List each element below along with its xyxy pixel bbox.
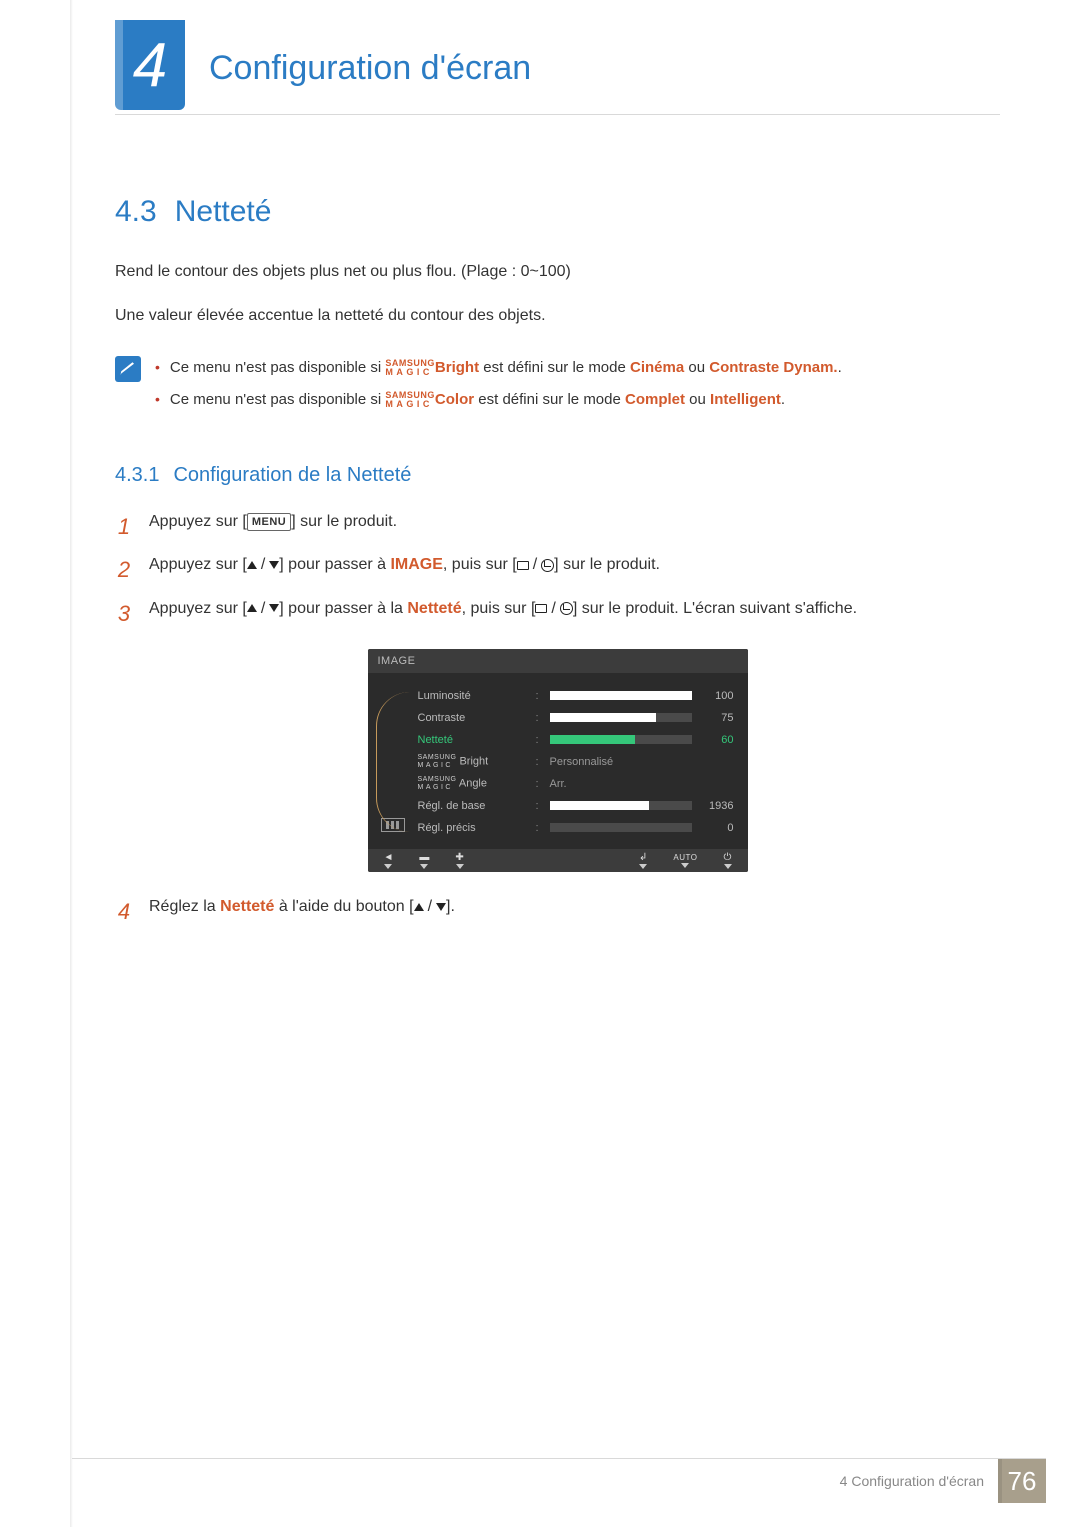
- osd-auto-icon: AUTO: [673, 853, 697, 868]
- step-number: 3: [115, 596, 133, 631]
- section-title: Netteté: [175, 195, 272, 228]
- note-icon: [115, 356, 141, 382]
- header-divider: [115, 114, 1000, 115]
- note-list: Ce menu n'est pas disponible si SAMSUNGM…: [155, 356, 842, 420]
- osd-row-magic-bright: SAMSUNGMAGIC Bright: Personnalisé: [418, 751, 734, 773]
- osd-row-regl-precis: Régl. précis: 0: [418, 817, 734, 839]
- section-heading: 4.3 Netteté: [115, 195, 1000, 229]
- osd-enter-icon: ↲: [639, 853, 647, 869]
- nettete-word: Netteté: [407, 600, 461, 617]
- chapter-number: 4: [133, 30, 167, 101]
- osd-minus-icon: ▬: [419, 853, 429, 869]
- note-item-2: Ce menu n'est pas disponible si SAMSUNGM…: [155, 388, 842, 412]
- step-number: 2: [115, 552, 133, 587]
- osd-row-regl-base: Régl. de base: 1936: [418, 795, 734, 817]
- bright-word: Bright: [435, 359, 479, 376]
- osd-footer: ◄ ▬ ✚ ↲ AUTO ⏻: [368, 849, 748, 872]
- footer-text: 4 Configuration d'écran: [840, 1473, 984, 1489]
- osd-row-magic-angle: SAMSUNGMAGIC Angle: Arr.: [418, 773, 734, 795]
- samsung-magic-logo: SAMSUNGMAGIC: [385, 359, 435, 378]
- complet-mode: Complet: [625, 391, 685, 408]
- step-number: 1: [115, 509, 133, 544]
- subsection-title: Configuration de la Netteté: [173, 464, 411, 486]
- cinema-mode: Cinéma: [630, 359, 684, 376]
- osd-row-nettete: Netteté: 60: [418, 729, 734, 751]
- note-block: Ce menu n'est pas disponible si SAMSUNGM…: [115, 356, 1000, 420]
- osd-side: [378, 685, 408, 839]
- osd-plus-icon: ✚: [455, 853, 463, 869]
- chapter-number-badge: 4: [115, 20, 185, 110]
- up-down-icon: /: [414, 894, 446, 920]
- note-item-1: Ce menu n'est pas disponible si SAMSUNGM…: [155, 356, 842, 380]
- up-down-icon: /: [247, 596, 279, 622]
- step-3: 3 Appuyez sur [/] pour passer à la Nette…: [115, 596, 1000, 631]
- page-footer: 4 Configuration d'écran 76: [0, 1459, 1080, 1503]
- chapter-header: 4 Configuration d'écran: [115, 0, 1000, 110]
- image-word: IMAGE: [390, 556, 442, 573]
- chapter-title: Configuration d'écran: [209, 49, 531, 110]
- intro-text-2: Une valeur élevée accentue la netteté du…: [115, 303, 1000, 329]
- osd-power-icon: ⏻: [724, 853, 732, 869]
- step-2: 2 Appuyez sur [/] pour passer à IMAGE, p…: [115, 552, 1000, 587]
- intro-text-1: Rend le contour des objets plus net ou p…: [115, 259, 1000, 285]
- intelligent-mode: Intelligent: [710, 391, 781, 408]
- section-number: 4.3: [115, 195, 157, 228]
- menu-key: MENU: [247, 513, 291, 531]
- contrast-dynam-mode: Contraste Dynam.: [709, 359, 837, 376]
- steps-list: 1 Appuyez sur [MENU] sur le produit. 2 A…: [115, 509, 1000, 631]
- osd-row-luminosite: Luminosité: 100: [418, 685, 734, 707]
- page-number-badge: 76: [998, 1459, 1046, 1503]
- osd-left-icon: ◄: [384, 853, 394, 869]
- step-4: 4 Réglez la Netteté à l'aide du bouton […: [115, 894, 1000, 929]
- select-enter-icon: /: [517, 552, 554, 578]
- page-shadow: [70, 0, 73, 1527]
- color-word: Color: [435, 391, 474, 408]
- up-down-icon: /: [247, 552, 279, 578]
- osd-row-contraste: Contraste: 75: [418, 707, 734, 729]
- page-number: 76: [1008, 1466, 1037, 1497]
- step-number: 4: [115, 894, 133, 929]
- nettete-word: Netteté: [220, 898, 274, 915]
- osd-menu: IMAGE Luminosité: 100 Contraste: 75: [368, 649, 748, 872]
- subsection-number: 4.3.1: [115, 464, 159, 486]
- subsection-heading: 4.3.1 Configuration de la Netteté: [115, 464, 1000, 487]
- select-enter-icon: /: [535, 596, 572, 622]
- osd-title: IMAGE: [368, 649, 748, 673]
- step-1: 1 Appuyez sur [MENU] sur le produit.: [115, 509, 1000, 544]
- samsung-magic-logo: SAMSUNGMAGIC: [385, 391, 435, 410]
